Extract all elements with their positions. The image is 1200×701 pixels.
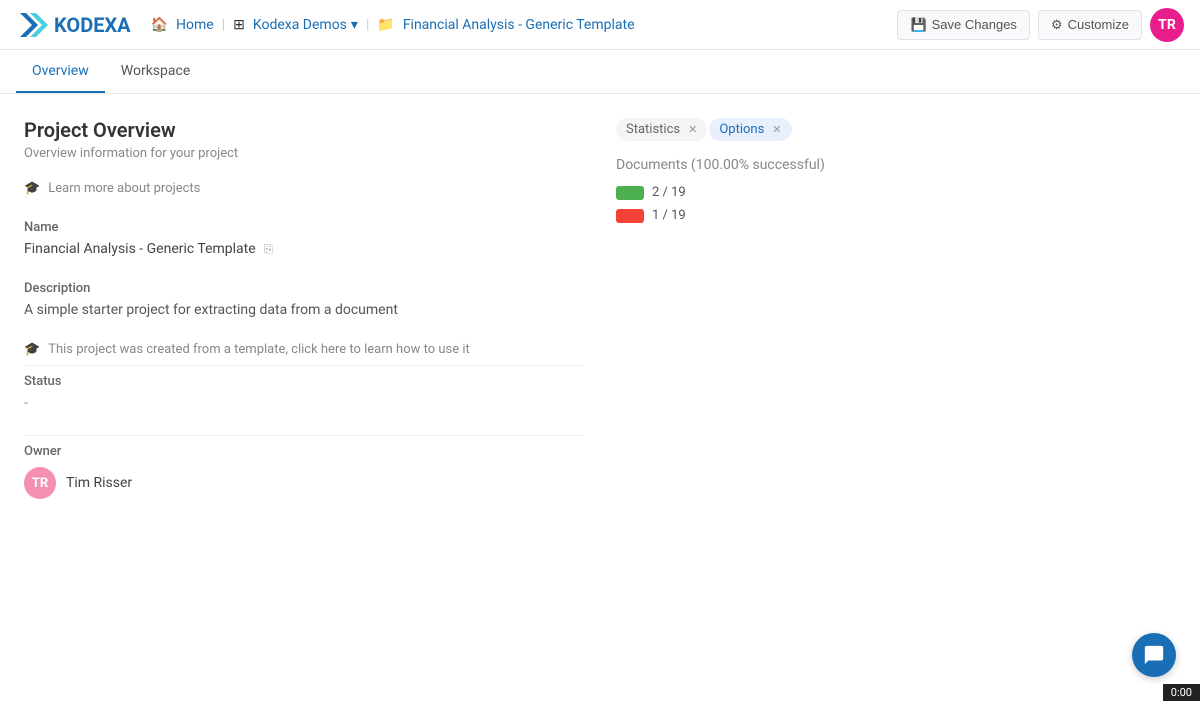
video-time: 0:00	[1171, 686, 1192, 699]
divider-1	[24, 365, 584, 366]
video-bar: 0:00	[1163, 684, 1200, 701]
nav-separator-1: |	[222, 17, 225, 33]
nav-actions: 💾 Save Changes ⚙ Customize TR	[897, 8, 1184, 42]
stat-green-text: 2 / 19	[652, 185, 686, 200]
documents-title: Documents (100.00% successful)	[616, 157, 1176, 173]
right-panel: Statistics ✕ Options ✕ Documents (100.00…	[616, 118, 1176, 523]
description-label: Description	[24, 281, 584, 296]
status-section: Status -	[24, 374, 584, 411]
tab-bar: Overview Workspace	[0, 50, 1200, 94]
options-tab-close[interactable]: ✕	[772, 123, 781, 136]
status-value: -	[24, 395, 584, 411]
description-section: Description A simple starter project for…	[24, 281, 584, 318]
home-icon: 🏠	[151, 17, 168, 33]
template-notice-icon: 🎓	[24, 342, 40, 357]
stat-green-row: 2 / 19	[616, 185, 1176, 200]
owner-section: Owner TR Tim Risser	[24, 444, 584, 499]
stat-green-badge	[616, 186, 644, 200]
project-icon: 📁	[377, 17, 394, 33]
owner-label: Owner	[24, 444, 584, 459]
logo-area[interactable]: KODEXA	[16, 9, 131, 41]
learn-more-icon: 🎓	[24, 181, 40, 196]
chevron-down-icon: ▾	[351, 17, 358, 33]
stat-red-text: 1 / 19	[652, 208, 686, 223]
customize-icon: ⚙	[1051, 17, 1063, 33]
kodexa-logo-icon	[16, 9, 48, 41]
name-label: Name	[24, 220, 584, 235]
left-panel: Project Overview Overview information fo…	[24, 118, 584, 523]
name-value: Financial Analysis - Generic Template ⎘	[24, 241, 584, 257]
save-icon: 💾	[910, 17, 926, 33]
demos-dropdown[interactable]: Kodexa Demos ▾	[253, 17, 358, 33]
options-tab[interactable]: Options ✕	[709, 118, 791, 141]
panel-tabs: Statistics ✕ Options ✕	[616, 118, 1176, 141]
home-link[interactable]: Home	[176, 17, 214, 33]
learn-more-area[interactable]: 🎓 Learn more about projects	[24, 181, 584, 196]
nav-separator-2: |	[366, 17, 369, 33]
chat-icon	[1143, 644, 1165, 666]
stat-red-badge	[616, 209, 644, 223]
chat-button[interactable]	[1132, 633, 1176, 677]
statistics-tab[interactable]: Statistics ✕	[616, 118, 707, 141]
logo-text: KODEXA	[54, 13, 131, 37]
template-notice[interactable]: 🎓 This project was created from a templa…	[24, 342, 584, 357]
save-changes-button[interactable]: 💾 Save Changes	[897, 10, 1029, 40]
main-content: Project Overview Overview information fo…	[0, 94, 1200, 547]
status-label: Status	[24, 374, 584, 389]
name-section: Name Financial Analysis - Generic Templa…	[24, 220, 584, 257]
owner-area: TR Tim Risser	[24, 467, 584, 499]
statistics-tab-close[interactable]: ✕	[688, 123, 697, 136]
divider-2	[24, 435, 584, 436]
tab-workspace[interactable]: Workspace	[105, 51, 207, 93]
owner-name: Tim Risser	[66, 475, 132, 491]
tab-overview[interactable]: Overview	[16, 51, 105, 93]
breadcrumb-current: Financial Analysis - Generic Template	[403, 17, 635, 33]
customize-button[interactable]: ⚙ Customize	[1038, 10, 1142, 40]
copy-icon[interactable]: ⎘	[264, 242, 274, 257]
stat-red-row: 1 / 19	[616, 208, 1176, 223]
nav-links: 🏠 Home | ⊞ Kodexa Demos ▾ | 📁 Financial …	[151, 17, 898, 33]
avatar[interactable]: TR	[1150, 8, 1184, 42]
topnav: KODEXA 🏠 Home | ⊞ Kodexa Demos ▾ | 📁 Fin…	[0, 0, 1200, 50]
owner-avatar: TR	[24, 467, 56, 499]
project-title: Project Overview	[24, 118, 584, 142]
project-subtitle: Overview information for your project	[24, 146, 584, 161]
demos-icon: ⊞	[233, 17, 245, 33]
description-value: A simple starter project for extracting …	[24, 302, 584, 318]
